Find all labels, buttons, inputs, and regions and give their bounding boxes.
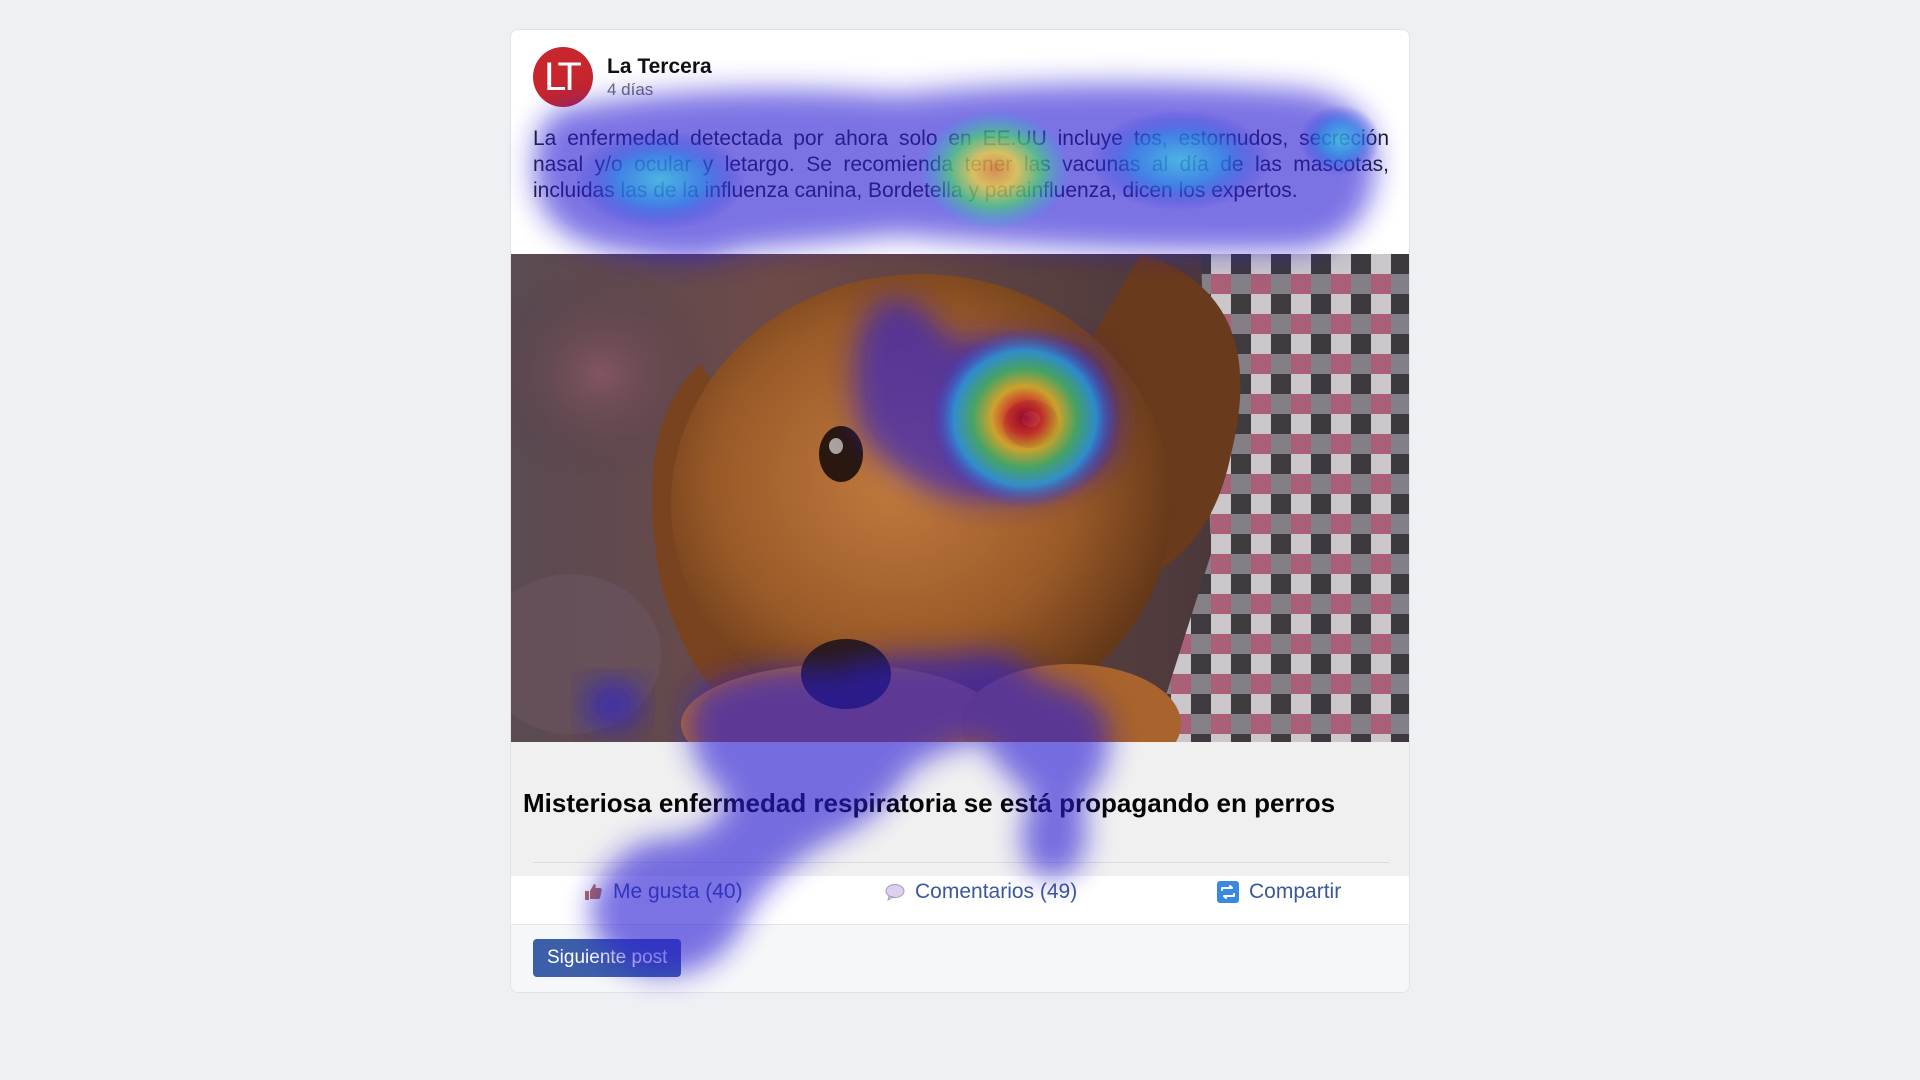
page-logo[interactable]: LT: [533, 47, 593, 107]
link-title[interactable]: Misteriosa enfermedad respiratoria se es…: [523, 788, 1335, 819]
share-label: Compartir: [1249, 880, 1342, 903]
post-image[interactable]: [511, 254, 1409, 742]
like-button[interactable]: Me gusta (40): [583, 880, 743, 904]
like-label: Me gusta (40): [613, 880, 743, 903]
next-post-button[interactable]: Siguiente post: [533, 939, 682, 977]
speech-bubble-icon: [885, 883, 905, 901]
comment-label: Comentarios (49): [915, 880, 1078, 903]
link-preview[interactable]: Misteriosa enfermedad respiratoria se es…: [511, 742, 1409, 876]
card-footer: Siguiente post: [511, 924, 1409, 992]
thumbs-up-icon: [583, 882, 603, 902]
page-name[interactable]: La Tercera: [607, 54, 712, 80]
share-icon: [1217, 881, 1239, 903]
comment-button[interactable]: Comentarios (49): [885, 880, 1077, 904]
action-bar: Me gusta (40) Comentarios (49) Compartir: [511, 880, 1409, 920]
post-card: LT La Tercera 4 días La enfermedad detec…: [510, 29, 1410, 993]
divider: [533, 862, 1389, 863]
post-meta: La Tercera 4 días: [607, 54, 712, 100]
post-header: LT La Tercera 4 días: [533, 46, 712, 108]
share-button[interactable]: Compartir: [1217, 880, 1341, 904]
post-text: La enfermedad detectada por ahora solo e…: [533, 127, 1389, 202]
dog-photo-icon: [511, 254, 1409, 742]
post-timestamp[interactable]: 4 días: [607, 80, 712, 100]
